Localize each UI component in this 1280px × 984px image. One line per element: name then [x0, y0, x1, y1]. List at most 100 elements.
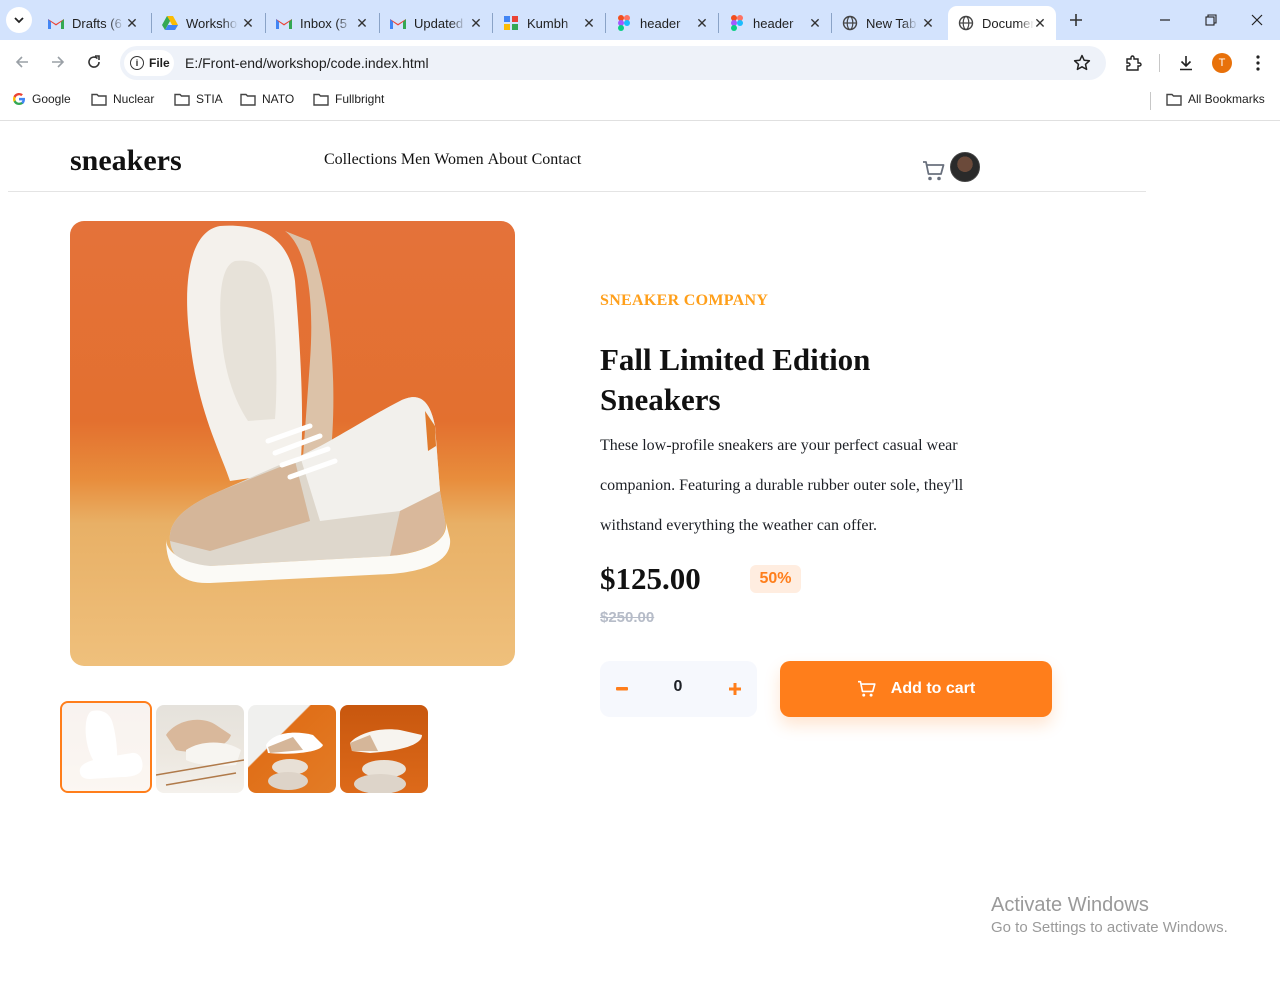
- bookmark-folder-nato[interactable]: NATO: [240, 92, 294, 106]
- nav-item-collections[interactable]: Collections: [324, 151, 397, 169]
- close-icon[interactable]: ✕: [124, 15, 140, 31]
- star-icon: [1073, 54, 1091, 71]
- close-icon[interactable]: ✕: [920, 15, 936, 31]
- bookmark-label: STIA: [196, 92, 223, 106]
- tab-title: header: [640, 15, 681, 31]
- tab-title: New Tab: [866, 15, 917, 31]
- bookmark-label: Google: [32, 92, 71, 106]
- company-label: SNEAKER COMPANY: [600, 292, 769, 309]
- new-tab-button[interactable]: [1064, 8, 1088, 32]
- nav-item-contact[interactable]: Contact: [532, 151, 582, 169]
- restore-icon: [1205, 14, 1217, 26]
- thumbnail-4[interactable]: [340, 705, 428, 793]
- tab-document[interactable]: Document ✕: [948, 6, 1056, 40]
- puzzle-icon: [1126, 55, 1142, 71]
- google-drive-icon: [162, 15, 178, 31]
- nav-item-men[interactable]: Men: [401, 151, 430, 169]
- tab-title: Updated: [414, 15, 464, 31]
- tab-new-tab[interactable]: New Tab ✕: [832, 6, 944, 40]
- reload-icon: [88, 55, 100, 68]
- bookmark-google[interactable]: Google: [12, 92, 71, 106]
- tab-search-button[interactable]: [6, 7, 32, 33]
- extensions-button[interactable]: [1121, 51, 1145, 75]
- arrow-left-icon: [15, 56, 28, 68]
- brand-logo[interactable]: sneakers: [70, 144, 182, 178]
- site-info-chip[interactable]: i File: [124, 50, 174, 76]
- increase-quantity-button[interactable]: [721, 675, 749, 703]
- close-icon[interactable]: ✕: [581, 15, 597, 31]
- menu-button[interactable]: [1246, 51, 1270, 75]
- url-text[interactable]: E:/Front-end/workshop/code.index.html: [185, 55, 429, 71]
- folder-icon: [240, 93, 256, 106]
- globe-icon: [842, 15, 858, 31]
- tab-header-2[interactable]: header ✕: [719, 6, 831, 40]
- cart-icon[interactable]: [922, 160, 946, 182]
- thumbnail-1[interactable]: [60, 701, 152, 793]
- close-icon: [1251, 14, 1263, 26]
- thumbnail-image: [79, 710, 143, 779]
- tab-inbox[interactable]: Inbox (5 ✕: [266, 6, 378, 40]
- add-to-cart-button[interactable]: Add to cart: [780, 661, 1052, 717]
- gmail-icon: [276, 15, 292, 31]
- reload-button[interactable]: [82, 50, 106, 74]
- close-window-button[interactable]: [1245, 8, 1269, 32]
- folder-icon: [1166, 93, 1182, 106]
- bookmark-label: Fullbright: [335, 92, 385, 106]
- tab-title: Inbox (5: [300, 15, 347, 31]
- all-bookmarks[interactable]: All Bookmarks: [1166, 92, 1265, 106]
- tab-kumbh[interactable]: Kumbh ✕: [493, 6, 605, 40]
- forward-button[interactable]: [46, 50, 70, 74]
- tab-header-1[interactable]: header ✕: [606, 6, 718, 40]
- activate-windows-title: Activate Windows: [991, 894, 1149, 916]
- arrow-right-icon: [52, 56, 65, 68]
- all-bookmarks-label: All Bookmarks: [1188, 92, 1265, 106]
- profile-avatar[interactable]: T: [1212, 53, 1232, 73]
- close-icon[interactable]: ✕: [1032, 15, 1048, 31]
- bookmark-folder-stia[interactable]: STIA: [174, 92, 223, 106]
- back-button[interactable]: [10, 50, 34, 74]
- main-nav: Collections Men Women About Contact: [324, 151, 581, 169]
- tab-title: Workshop: [186, 15, 238, 31]
- bookmark-folder-fullbright[interactable]: Fullbright: [313, 92, 384, 106]
- thumbnail-3[interactable]: [248, 705, 336, 793]
- tab-drafts[interactable]: Drafts (6 ✕: [38, 6, 148, 40]
- more-vertical-icon: [1256, 55, 1260, 71]
- folder-icon: [313, 93, 329, 106]
- chevron-down-icon: [14, 17, 24, 24]
- original-price: $250.00: [600, 609, 655, 626]
- nav-item-women[interactable]: Women: [434, 151, 483, 169]
- nav-item-about[interactable]: About: [488, 151, 528, 169]
- globe-icon: [958, 15, 974, 31]
- tab-title: Kumbh: [527, 15, 569, 31]
- close-icon[interactable]: ✕: [468, 15, 484, 31]
- site-chip-label: File: [149, 56, 170, 70]
- plus-icon: [1070, 14, 1082, 26]
- tab-updated[interactable]: Updated ✕: [380, 6, 492, 40]
- restore-button[interactable]: [1199, 8, 1223, 32]
- tab-workshop[interactable]: Workshop ✕: [152, 6, 264, 40]
- close-icon[interactable]: ✕: [240, 15, 256, 31]
- activate-windows-subtitle: Go to Settings to activate Windows.: [991, 919, 1228, 936]
- folder-icon: [174, 93, 190, 106]
- thumbnail-image: [156, 719, 244, 786]
- minus-icon: [616, 687, 628, 691]
- minimize-icon: [1160, 19, 1170, 21]
- bookmark-folder-nuclear[interactable]: Nuclear: [91, 92, 154, 106]
- thumbnail-image: [266, 732, 323, 790]
- close-icon[interactable]: ✕: [807, 15, 823, 31]
- product-main-image[interactable]: [70, 221, 515, 666]
- close-icon[interactable]: ✕: [694, 15, 710, 31]
- decrease-quantity-button[interactable]: [608, 675, 636, 703]
- downloads-button[interactable]: [1174, 51, 1198, 75]
- minimize-button[interactable]: [1153, 8, 1177, 32]
- sneaker-image: [166, 225, 451, 584]
- gmail-icon: [48, 15, 64, 31]
- thumbnail-2[interactable]: [156, 705, 244, 793]
- add-to-cart-label: Add to cart: [890, 680, 976, 697]
- bookmark-star-button[interactable]: [1071, 52, 1093, 74]
- figma-icon: [729, 15, 745, 31]
- close-icon[interactable]: ✕: [354, 15, 370, 31]
- user-avatar[interactable]: [950, 152, 980, 182]
- discount-badge: 50%: [750, 565, 801, 593]
- google-icon: [12, 92, 26, 106]
